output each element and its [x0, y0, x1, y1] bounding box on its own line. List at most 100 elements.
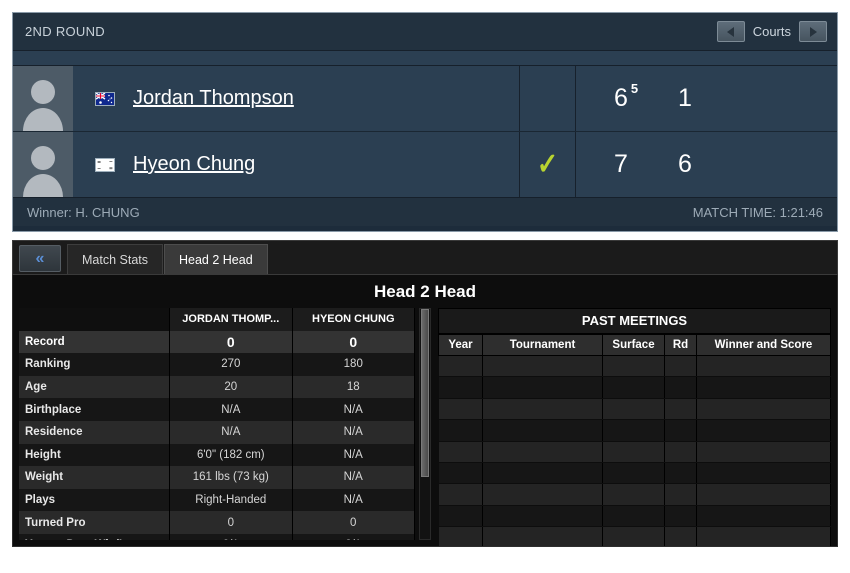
stat-value-player1: 0	[169, 511, 293, 534]
table-row	[438, 505, 831, 528]
cell-rd	[664, 419, 697, 442]
cell-year	[438, 526, 483, 546]
stat-label: Plays	[19, 488, 171, 512]
column-header-blank	[19, 308, 171, 331]
triangle-left-icon	[727, 26, 735, 37]
stat-label: Weight	[19, 466, 171, 489]
column-header-winner-and-score: Winner and Score	[696, 334, 831, 356]
set-games: 1	[678, 84, 692, 112]
cell-surface	[602, 355, 665, 378]
round-label: 2ND ROUND	[25, 24, 105, 39]
check-icon: ✓	[536, 147, 559, 181]
player-avatar-placeholder-icon	[23, 146, 63, 197]
stat-label: Year to Date Win/L	[19, 533, 171, 540]
stat-value-player2: N/A	[292, 466, 415, 489]
cell-surface	[602, 462, 665, 485]
player-row[interactable]: Hyeon Chung ✓ 7 6	[13, 132, 837, 197]
cell-winner-and-score	[696, 505, 831, 528]
player-name-link[interactable]: Hyeon Chung	[133, 153, 255, 176]
cell-surface	[602, 505, 665, 528]
cell-winner-and-score	[696, 441, 831, 463]
table-row: Year to Date Win/L 0/1 2/1	[19, 533, 415, 540]
table-row: Age 20 18	[19, 375, 415, 399]
column-header-player2: HYEON CHUNG	[292, 308, 415, 331]
past-meetings-table: Year Tournament Surface Rd Winner and Sc…	[438, 334, 831, 546]
cell-winner-and-score	[696, 462, 831, 485]
cell-surface	[602, 441, 665, 463]
column-header-player1: JORDAN THOMP...	[169, 308, 293, 331]
set-games: 6	[678, 150, 692, 178]
cell-winner-and-score	[696, 398, 831, 421]
player-row[interactable]: Jordan Thompson 65 1	[13, 66, 837, 132]
tab-head-2-head[interactable]: Head 2 Head	[164, 244, 268, 274]
scrollbar-thumb[interactable]	[421, 309, 429, 477]
stat-value-player2: N/A	[292, 398, 415, 421]
player-name-link[interactable]: Jordan Thompson	[133, 87, 294, 110]
cell-rd	[664, 526, 697, 546]
back-button[interactable]: «	[19, 245, 61, 272]
cell-rd	[664, 441, 697, 463]
stat-value-player2: N/A	[292, 488, 415, 512]
stat-value-player1: N/A	[169, 398, 293, 421]
cell-winner-and-score	[696, 419, 831, 442]
stat-value-player1: 6'0" (182 cm)	[169, 443, 293, 467]
cell-tournament	[482, 526, 603, 546]
player-name-cell: Hyeon Chung	[73, 132, 519, 197]
table-row: Plays Right-Handed N/A	[19, 488, 415, 512]
cell-tournament	[482, 483, 603, 506]
stat-label: Record	[19, 330, 171, 354]
table-row	[438, 483, 831, 506]
player-name-cell: Jordan Thompson	[73, 66, 519, 131]
column-header-tournament: Tournament	[482, 334, 603, 356]
set-scores-cell: 65 1	[575, 66, 837, 131]
courts-next-button[interactable]	[799, 21, 827, 42]
cell-rd	[664, 462, 697, 485]
cell-surface	[602, 483, 665, 506]
courts-label: Courts	[752, 24, 791, 39]
column-header-year: Year	[438, 334, 483, 356]
scoreboard-panel: 2ND ROUND Courts Jordan Thompson 6 5 1 H…	[12, 12, 838, 232]
set-score: 6	[678, 150, 742, 179]
table-row	[438, 419, 831, 442]
page-title: Head 2 Head	[373, 282, 477, 301]
match-time: MATCH TIME: 1:21:46	[692, 204, 823, 220]
cell-year	[438, 505, 483, 528]
stat-value-player2: 18	[292, 375, 415, 399]
stats-rows: Record 0 0 Ranking 270 180 Age 20 18 Bir…	[19, 330, 415, 540]
stat-value-player2: N/A	[292, 443, 415, 467]
south-korea-flag-icon	[95, 157, 115, 172]
stat-value-player1: 161 lbs (73 kg)	[169, 466, 293, 489]
courts-prev-button[interactable]	[716, 21, 745, 42]
cell-tournament	[482, 419, 603, 442]
stat-value-player2: N/A	[292, 420, 415, 444]
table-row	[438, 355, 831, 378]
cell-rd	[664, 483, 697, 506]
player-comparison-table-wrapper: JORDAN THOMP... HYEON CHUNG Record 0 0 R…	[19, 308, 415, 540]
player-rows: Jordan Thompson 65 1 Hyeon Chung ✓ 7 6	[13, 66, 837, 197]
column-header-rd: Rd	[664, 334, 697, 356]
stat-value-player1: Right-Handed	[169, 488, 293, 512]
past-meetings-title: PAST MEETINGS	[438, 308, 831, 334]
cell-year	[438, 441, 483, 463]
stat-value-player2: 2/1	[292, 533, 415, 540]
stat-value-player1: 20	[169, 375, 293, 399]
cell-tournament	[482, 398, 603, 421]
stats-vertical-scrollbar[interactable]	[419, 308, 431, 540]
tab-match-stats[interactable]: Match Stats	[67, 244, 163, 274]
scoreboard-spacer	[13, 51, 837, 66]
cell-tournament	[482, 441, 603, 463]
cell-year	[438, 483, 483, 506]
stat-value-player1: N/A	[169, 420, 293, 444]
cell-surface	[602, 526, 665, 546]
double-chevron-left-icon: «	[35, 249, 45, 267]
stat-value-player1: 0/1	[169, 533, 293, 540]
cell-rd	[664, 505, 697, 528]
cell-year	[438, 398, 483, 421]
table-row	[438, 462, 831, 485]
winner-text: Winner: H. CHUNG	[27, 204, 140, 220]
table-row	[438, 441, 831, 463]
table-row: Turned Pro 0 0	[19, 511, 415, 534]
stat-value-player2: 0	[292, 330, 415, 354]
cell-winner-and-score	[696, 355, 831, 378]
cell-tournament	[482, 355, 603, 378]
